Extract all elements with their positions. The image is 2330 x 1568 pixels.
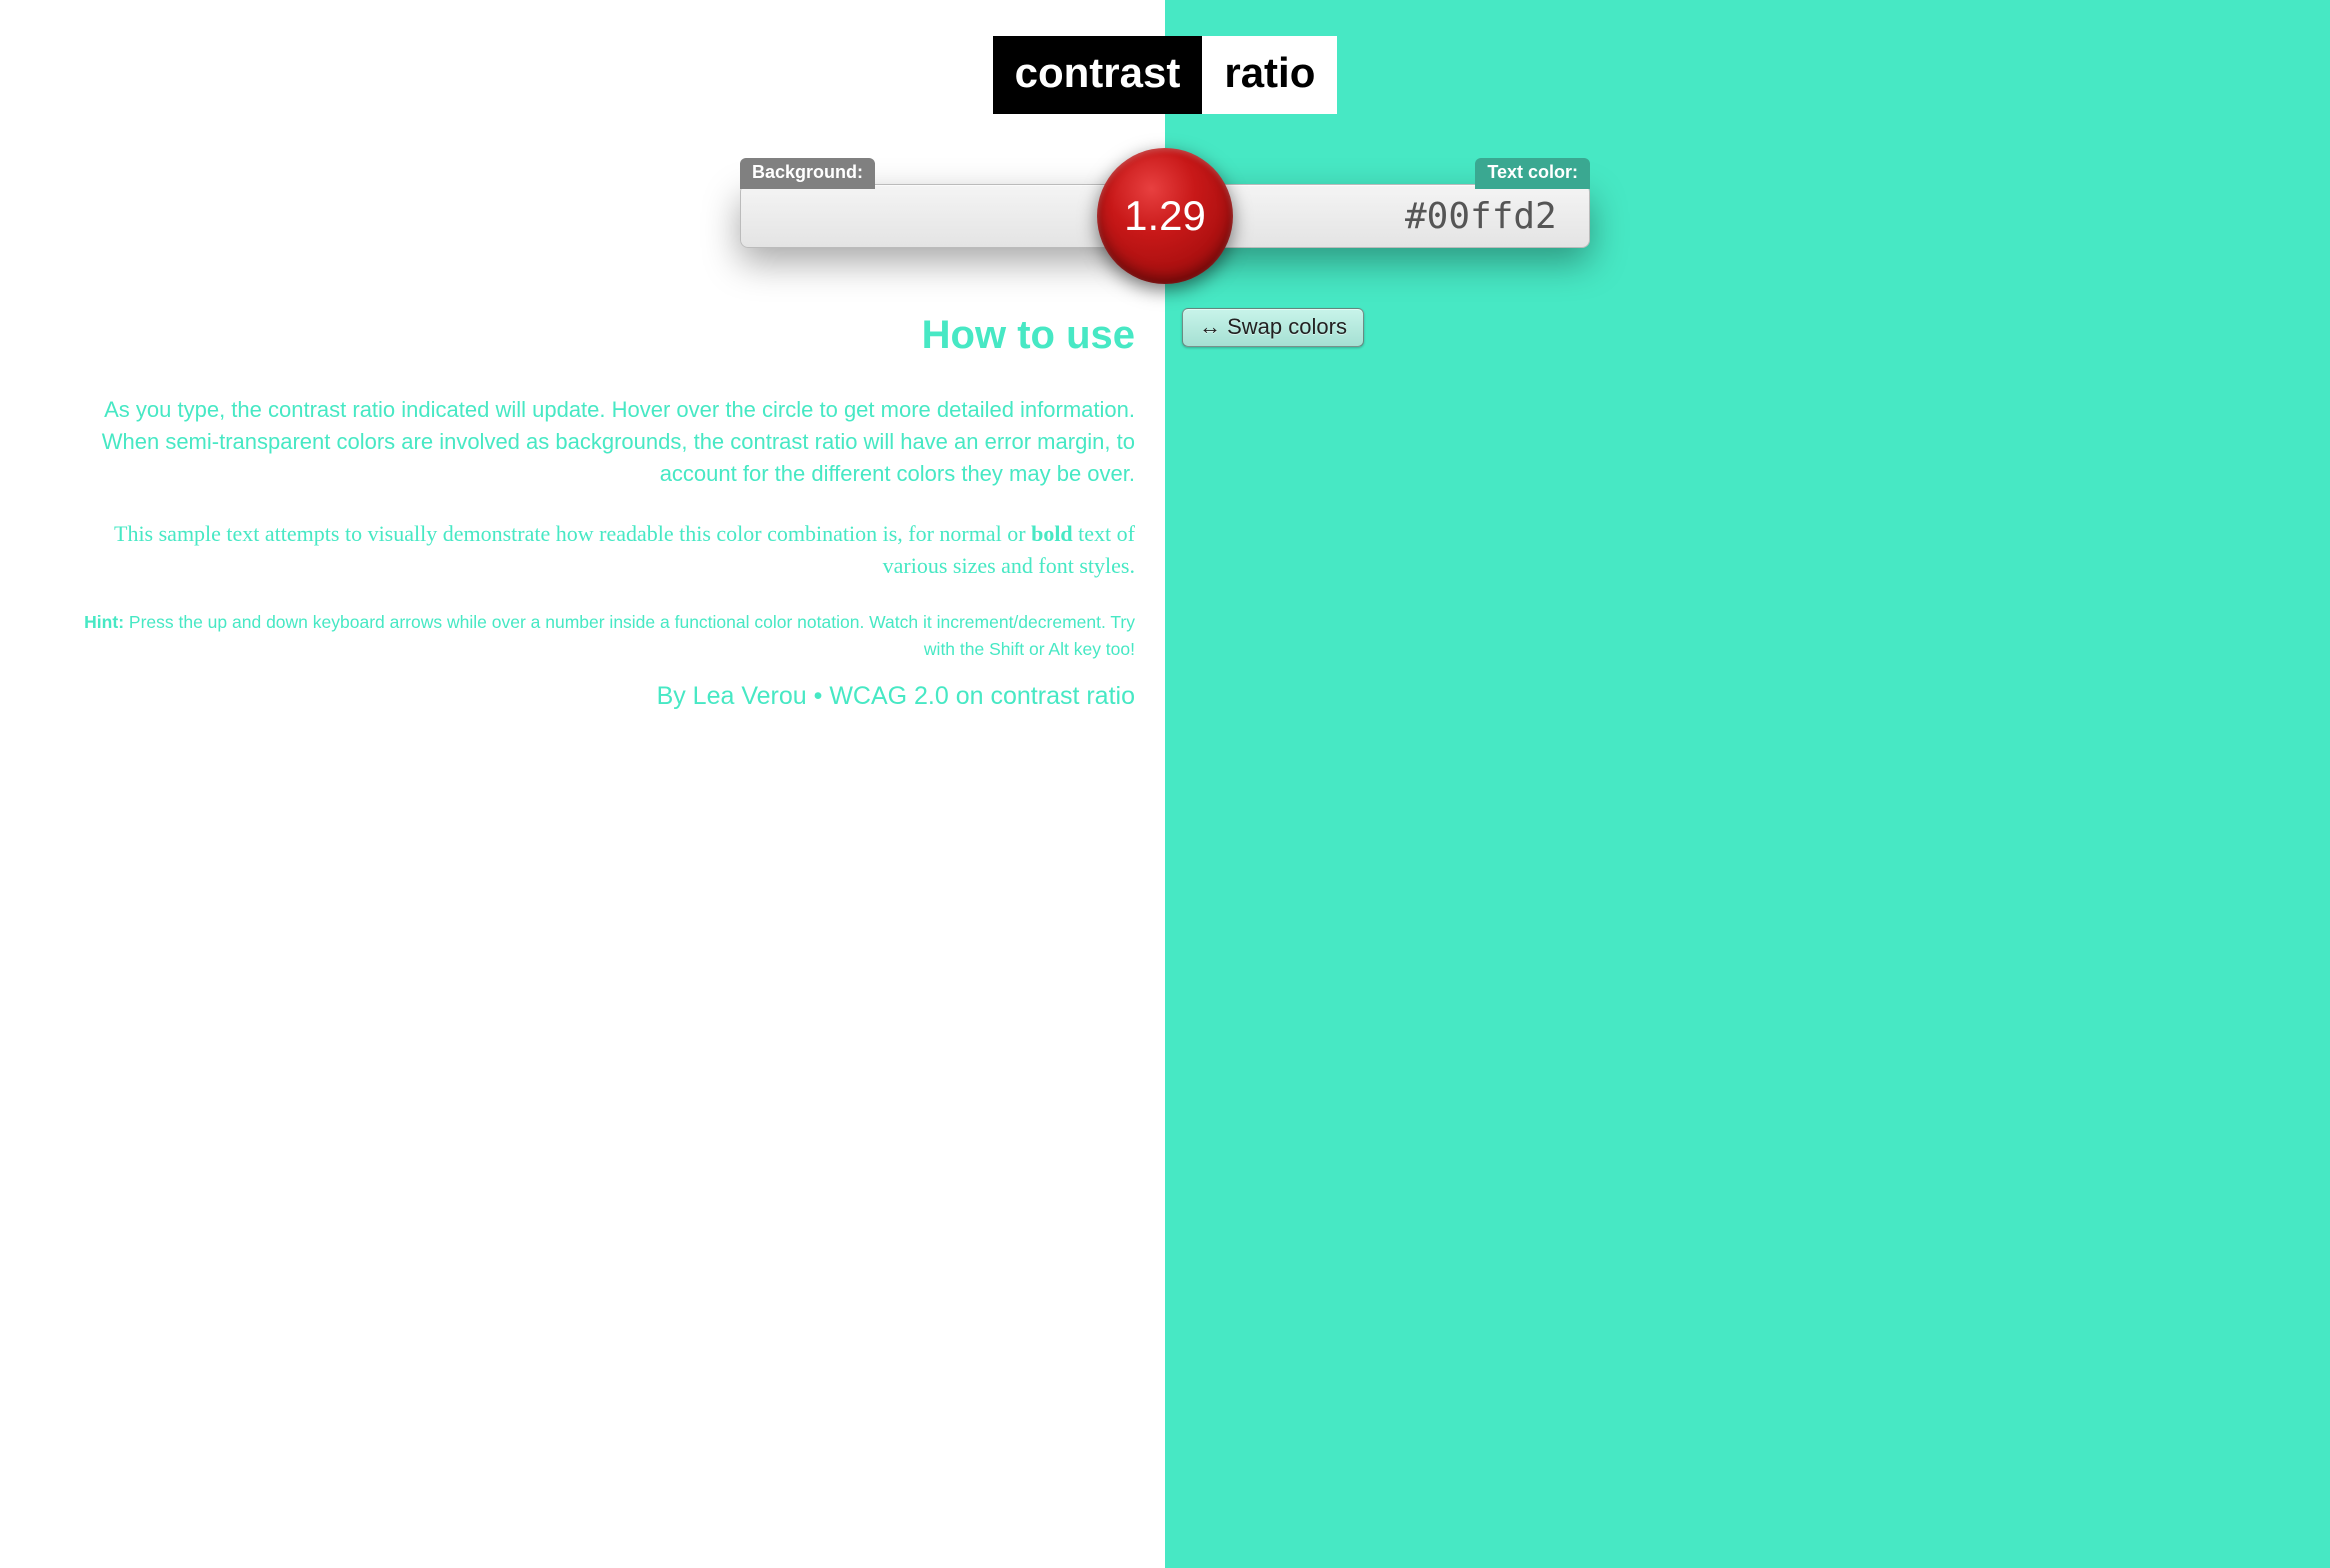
sample-text-bold: bold (1031, 521, 1073, 546)
background-label: Background: (740, 158, 875, 189)
contrast-ratio-badge[interactable]: 1.29 (1097, 148, 1233, 284)
hint-text: Press the up and down keyboard arrows wh… (124, 612, 1135, 658)
logo: contrast ratio (0, 0, 2330, 114)
sample-text-a: This sample text attempts to visually de… (114, 521, 1031, 546)
sample-text-paragraph: This sample text attempts to visually de… (80, 518, 1135, 582)
text-color-input[interactable] (1315, 185, 1889, 247)
hint-label: Hint: (84, 612, 124, 632)
textcolor-label: Text color: (1475, 158, 1590, 189)
how-to-use-heading: How to use (80, 313, 1135, 358)
logo-word-ratio: ratio (1202, 36, 1337, 114)
hint-paragraph: Hint: Press the up and down keyboard arr… (80, 609, 1135, 662)
swap-colors-button[interactable]: ↔ Swap colors (1182, 308, 1364, 347)
instructions-paragraph: As you type, the contrast ratio indicate… (80, 394, 1135, 490)
logo-word-contrast: contrast (993, 36, 1203, 114)
color-input-row: Background: Text color: 1.29 (740, 184, 1590, 248)
footer-credits[interactable]: By Lea Verou • WCAG 2.0 on contrast rati… (80, 682, 1135, 711)
